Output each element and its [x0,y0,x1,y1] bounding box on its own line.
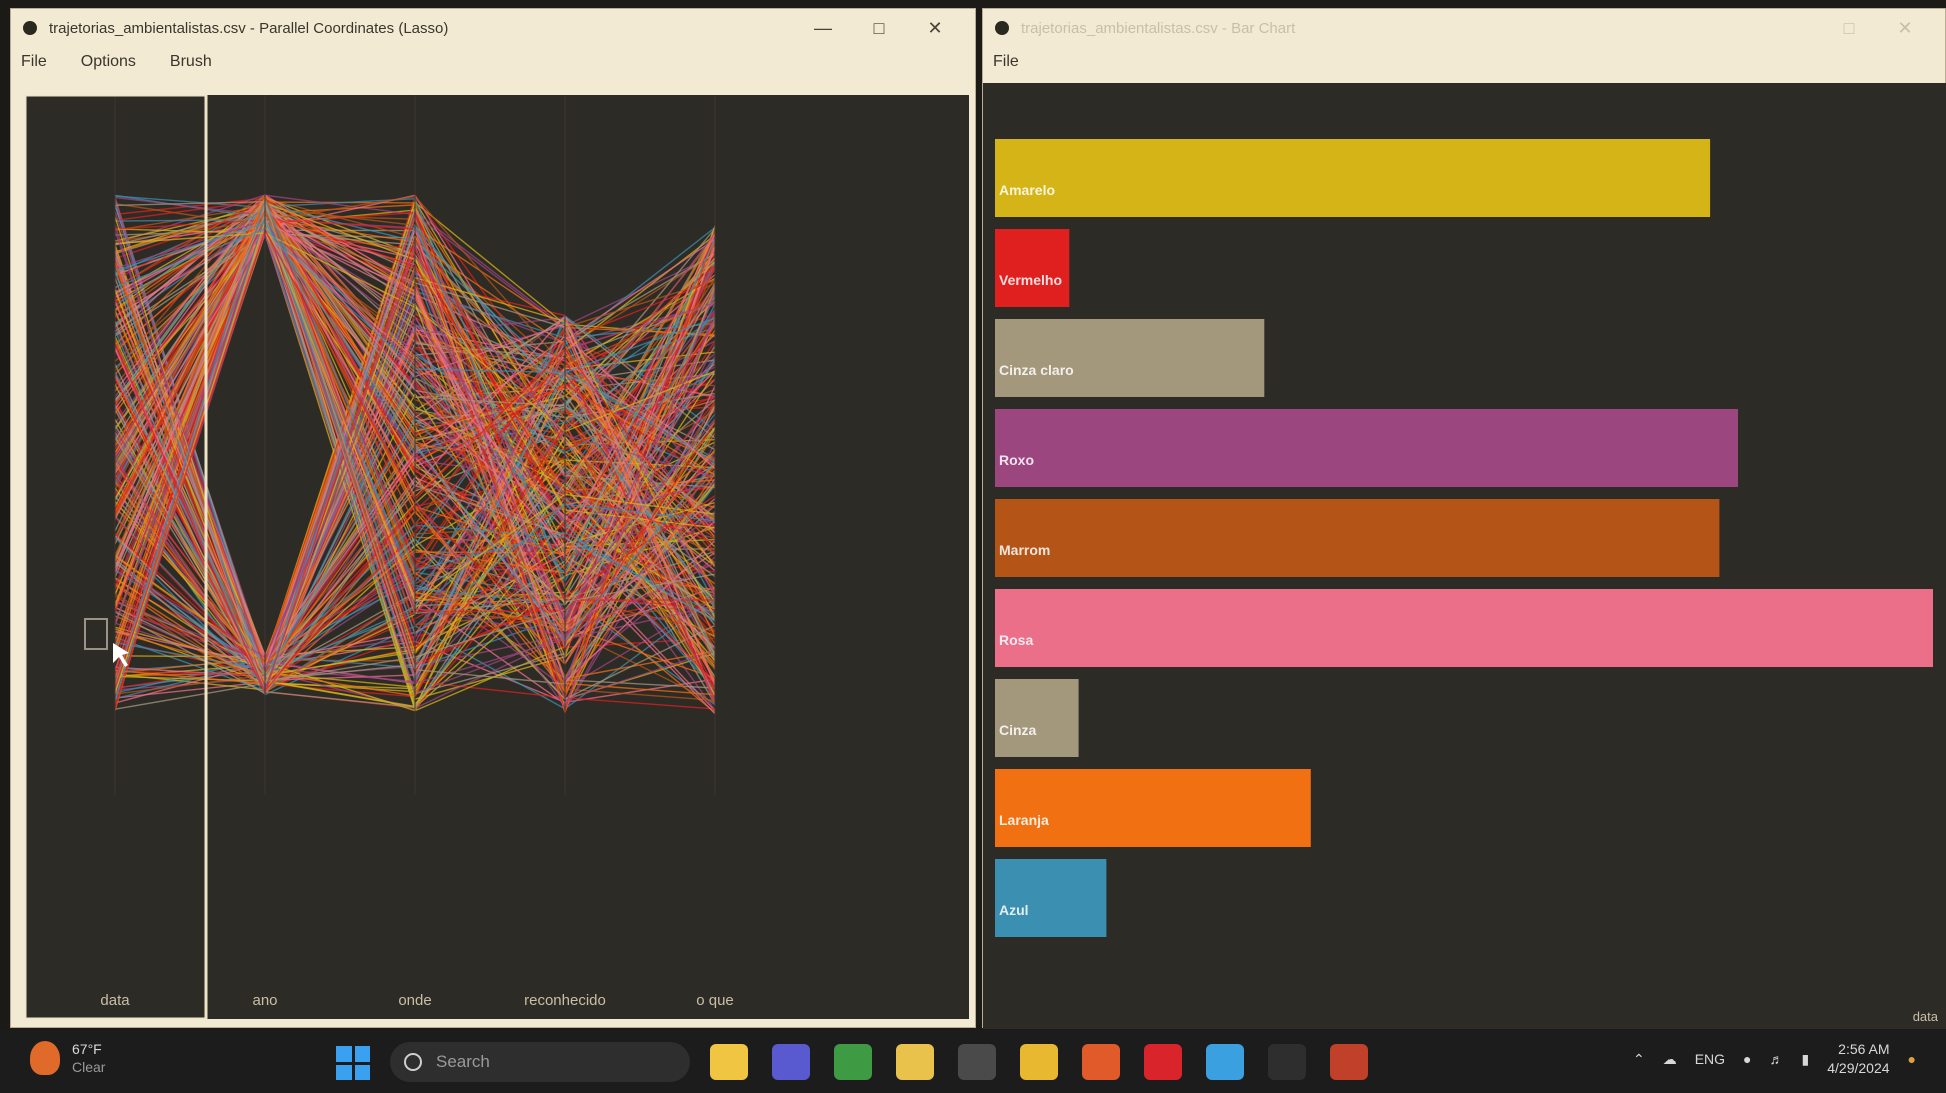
left-menubar: File Options Brush [11,47,975,77]
search-input[interactable]: Search [390,1042,690,1082]
maximize-icon[interactable]: □ [851,18,907,39]
notes-icon[interactable] [896,1044,934,1080]
close-icon[interactable]: ✕ [907,18,963,39]
bar-chart-plot[interactable]: Amarelo Vermelho Cinza claro Roxo Marrom Rosa… [983,83,1946,1029]
bar-label: Marrom [999,542,1050,558]
taskbar: 67°F Clear Search ⌃ ☁ ENG ● ♬ ▮ 2:56 AM … [0,1030,1946,1093]
bar-label: Cinza [999,722,1037,738]
clock-time: 2:56 AM [1838,1041,1890,1057]
bar-label: Roxo [999,452,1034,468]
search-icon [404,1053,422,1071]
weather-widget[interactable]: 67°F Clear [30,1040,105,1076]
cloud-icon[interactable]: ☁ [1663,1051,1677,1068]
axis-label: reconhecido [524,992,606,1009]
bar[interactable] [995,229,1070,307]
bar[interactable] [995,499,1720,577]
left-titlebar[interactable]: trajetorias_ambientalistas.csv - Paralle… [11,9,975,47]
taskbar-apps [710,1044,1392,1080]
menu-file[interactable]: File [993,53,1019,71]
bar[interactable] [995,769,1311,847]
corner-label: data [1913,1009,1939,1024]
menu-options[interactable]: Options [81,53,136,71]
weather-icon [30,1041,60,1075]
start-icon[interactable] [336,1046,370,1080]
app-icon [995,21,1009,35]
pdf-icon[interactable] [1144,1044,1182,1080]
tool-icon[interactable] [1330,1044,1368,1080]
bar-label: Cinza claro [999,362,1074,378]
bar-label: Rosa [999,632,1033,648]
right-window-title: trajetorias_ambientalistas.csv - Bar Cha… [1021,19,1296,37]
file-explorer-icon[interactable] [710,1044,748,1080]
axis-label: data [100,992,130,1009]
maximize-icon[interactable]: □ [1821,18,1877,39]
browser-icon[interactable] [834,1044,872,1080]
right-menubar: File [983,47,1945,77]
chat-icon[interactable] [772,1044,810,1080]
clock-date: 4/29/2024 [1827,1060,1890,1076]
bar[interactable] [995,859,1107,937]
bar-label: Vermelho [999,272,1062,288]
minimize-icon[interactable]: — [795,18,851,39]
parallel-coordinates-plot[interactable]: data ano onde reconhecido o que [23,93,969,1021]
menu-brush[interactable]: Brush [170,53,212,71]
bar-label: Azul [999,902,1029,918]
right-titlebar[interactable]: trajetorias_ambientalistas.csv - Bar Cha… [983,9,1945,47]
terminal-icon[interactable] [958,1044,996,1080]
battery-icon[interactable]: ▮ [1802,1051,1810,1068]
weather-desc: Clear [72,1059,106,1075]
firefox-icon[interactable] [1082,1044,1120,1080]
axis-label: o que [696,992,734,1009]
close-icon[interactable]: ✕ [1877,18,1933,39]
bar[interactable] [995,409,1738,487]
bar-label: Laranja [999,812,1049,828]
bar-label: Amarelo [999,182,1055,198]
bar[interactable] [995,679,1079,757]
axis-label: ano [252,992,277,1009]
parallel-coordinates-canvas[interactable]: data ano onde reconhecido o que [23,93,969,1021]
active-app-icon[interactable] [1268,1044,1306,1080]
system-tray: ⌃ ☁ ENG ● ♬ ▮ 2:56 AM 4/29/2024 ● [1633,1040,1916,1078]
lasso-cursor-icon [84,618,108,650]
bar-chart-canvas[interactable]: Amarelo Vermelho Cinza claro Roxo Marrom Rosa… [983,83,1946,1029]
volume-icon[interactable]: ♬ [1770,1051,1784,1067]
notification-icon[interactable]: ● [1908,1051,1916,1067]
left-window-title: trajetorias_ambientalistas.csv - Paralle… [49,19,449,37]
editor-icon[interactable] [1206,1044,1244,1080]
folder-icon[interactable] [1020,1044,1058,1080]
bar[interactable] [995,319,1265,397]
parallel-coordinates-window: trajetorias_ambientalistas.csv - Paralle… [10,8,976,1028]
app-icon [23,21,37,35]
bar[interactable] [995,139,1711,217]
menu-file[interactable]: File [21,53,47,71]
language-indicator[interactable]: ENG [1695,1051,1725,1067]
bar[interactable] [995,589,1933,667]
axis-label: onde [398,992,431,1009]
weather-temp: 67°F [72,1041,102,1057]
search-placeholder: Search [436,1052,490,1071]
clock[interactable]: 2:56 AM 4/29/2024 [1827,1040,1889,1078]
wifi-icon[interactable]: ● [1743,1051,1751,1067]
chevron-up-icon[interactable]: ⌃ [1633,1051,1645,1068]
bar-chart-window: trajetorias_ambientalistas.csv - Bar Cha… [982,8,1946,1029]
